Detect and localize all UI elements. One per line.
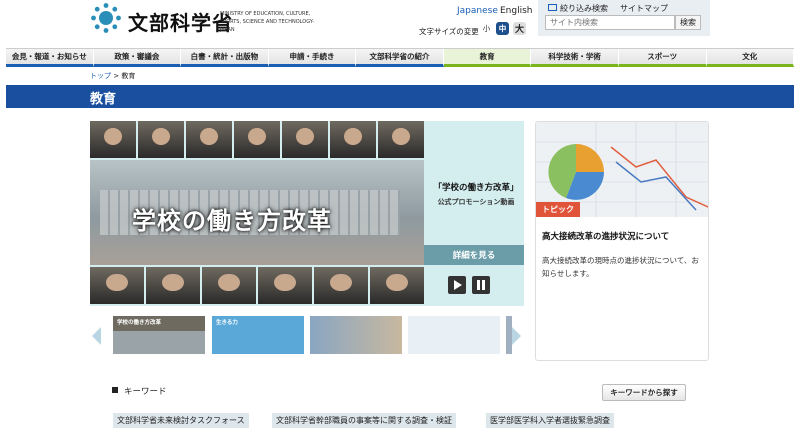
portrait-image [90,121,136,158]
hero-banner[interactable]: 学校の働き方改革 「学校の働き方改革」 公式プロモーション動画 詳細を見る [90,121,524,306]
keyword-heading: キーワード [124,387,167,397]
portrait-image [202,267,256,304]
breadcrumb-current: 教育 [121,72,136,80]
page-title-band [6,85,794,108]
nav-item-policy[interactable]: 政策・審議会 [93,49,182,67]
portrait-image [186,121,232,158]
page-title: 教育 [90,92,117,107]
nav-item-press[interactable]: 会見・報道・お知らせ [6,49,94,67]
topic-description: 高大接続改革の現時点の進捗状況について、お知らせします。 [542,256,699,278]
breadcrumb: トップ > 教育 [90,71,135,81]
mext-emblem-icon[interactable] [90,2,122,34]
portrait-image [314,267,368,304]
portrait-image [330,121,376,158]
site-search-input[interactable] [545,15,675,30]
carousel-thumb[interactable]: 生きる力 [212,316,304,354]
portrait-image [138,121,184,158]
keyword-bullet-icon [112,387,118,393]
portrait-image [90,267,144,304]
portrait-image [234,121,280,158]
global-nav: 会見・報道・お知らせ 政策・審議会 白書・統計・出版物 申請・手続き 文部科学省… [6,48,795,67]
font-size-medium-button[interactable]: 中 [496,22,509,35]
font-size-label: 文字サイズの変更 [419,27,479,36]
topic-title-link[interactable]: 高大接続改革の進捗状況について [542,230,669,242]
nav-item-culture[interactable]: 文化 [706,49,795,67]
topic-tag-badge: トピック [536,202,580,217]
carousel-thumb-label: 学校の働き方改革 [117,320,162,326]
carousel-thumb[interactable] [310,316,402,354]
lang-english-link[interactable]: English [500,6,533,16]
filter-search-icon [548,4,557,11]
carousel-thumb-label: 生きる力 [216,320,238,326]
nav-item-education[interactable]: 教育 [443,49,532,67]
topic-card[interactable]: トピック 高大接続改革の進捗状況について 高大接続改革の現時点の進捗状況について… [535,121,709,361]
portrait-image [146,267,200,304]
carousel-thumb[interactable]: 学校の働き方改革 [113,316,205,354]
breadcrumb-separator: > [111,72,122,80]
breadcrumb-top-link[interactable]: トップ [90,72,111,80]
hero-subtitle: 「学校の働き方改革」 [433,183,519,193]
sitemap-link[interactable]: サイトマップ [620,3,668,14]
play-icon[interactable] [448,276,466,294]
portrait-image [258,267,312,304]
font-size-small-button[interactable]: 小 [480,22,493,35]
keyword-tag[interactable]: 医学部医学科入学者選抜緊急調査 [486,413,614,428]
keyword-search-button[interactable]: キーワードから探す [602,384,686,401]
search-button[interactable]: 検索 [675,15,701,30]
site-logo-title[interactable]: 文部科学省 [128,7,233,36]
portrait-image [378,121,424,158]
portrait-image [282,121,328,158]
carousel-thumb[interactable] [408,316,500,354]
pause-icon[interactable] [472,276,490,294]
keyword-tag[interactable]: 文部科学省未来検討タスクフォース [113,413,249,428]
nav-item-publications[interactable]: 白書・統計・出版物 [181,49,269,67]
hero-caption: 公式プロモーション動画 [437,198,515,206]
site-logo-english: MINISTRY OF EDUCATION, CULTURE, SPORTS, … [220,11,315,33]
nav-item-science[interactable]: 科学技術・学術 [531,49,619,67]
keyword-tag[interactable]: 文部科学省幹部職員の事案等に関する調査・検証 [272,413,456,428]
hero-main-text: 学校の働き方改革 [132,207,332,235]
hero-more-button[interactable]: 詳細を見る [424,245,524,265]
nav-item-applications[interactable]: 申請・手続き [268,49,357,67]
nav-item-about[interactable]: 文部科学省の紹介 [356,49,444,67]
portrait-row-bottom [90,267,424,304]
font-size-large-button[interactable]: 大 [513,22,526,35]
lang-japanese-link[interactable]: Japanese [457,6,498,16]
carousel-next-arrow-icon[interactable] [509,325,523,347]
portrait-image [370,267,424,304]
carousel-prev-arrow-icon[interactable] [90,325,104,347]
portrait-row-top [90,121,424,158]
nav-item-sports[interactable]: スポーツ [618,49,707,67]
filter-search-link[interactable]: 絞り込み検索 [560,3,608,14]
